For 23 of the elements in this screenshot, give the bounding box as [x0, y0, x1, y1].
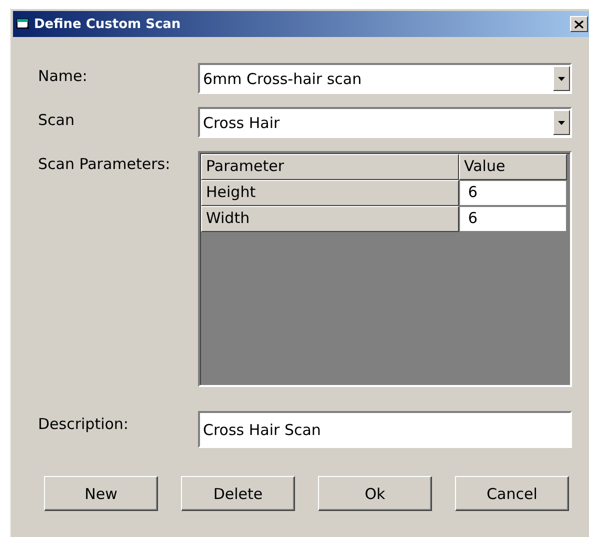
value-cell[interactable]: 6 — [459, 206, 567, 232]
close-button[interactable] — [570, 16, 588, 32]
description-field[interactable]: Cross Hair Scan — [198, 411, 572, 448]
dropdown[interactable]: Cross Hair — [198, 107, 572, 138]
value-cell[interactable]: 6 — [459, 180, 567, 206]
window-app-icon — [16, 18, 30, 30]
dialog-button[interactable]: Delete — [181, 476, 295, 511]
field-label: Scan Parameters: — [38, 154, 172, 173]
close-icon — [574, 20, 584, 28]
field-label: Name: — [38, 66, 88, 85]
caret-icon — [558, 76, 565, 80]
dialog-button[interactable]: Cancel — [455, 476, 569, 511]
column-header[interactable]: Parameter — [201, 154, 459, 180]
dropdown[interactable]: 6mm Cross-hair scan — [198, 63, 572, 94]
field-label: Scan — [38, 110, 76, 129]
row-header: Height — [201, 180, 459, 206]
dialog-button[interactable]: New — [44, 476, 158, 511]
caret-icon — [558, 120, 565, 124]
window-title: Define Custom Scan — [34, 16, 182, 32]
field-label: Description: — [38, 414, 130, 433]
column-header[interactable]: Value — [459, 154, 567, 180]
row-header: Width — [201, 206, 459, 232]
dialog-button[interactable]: Ok — [318, 476, 432, 511]
